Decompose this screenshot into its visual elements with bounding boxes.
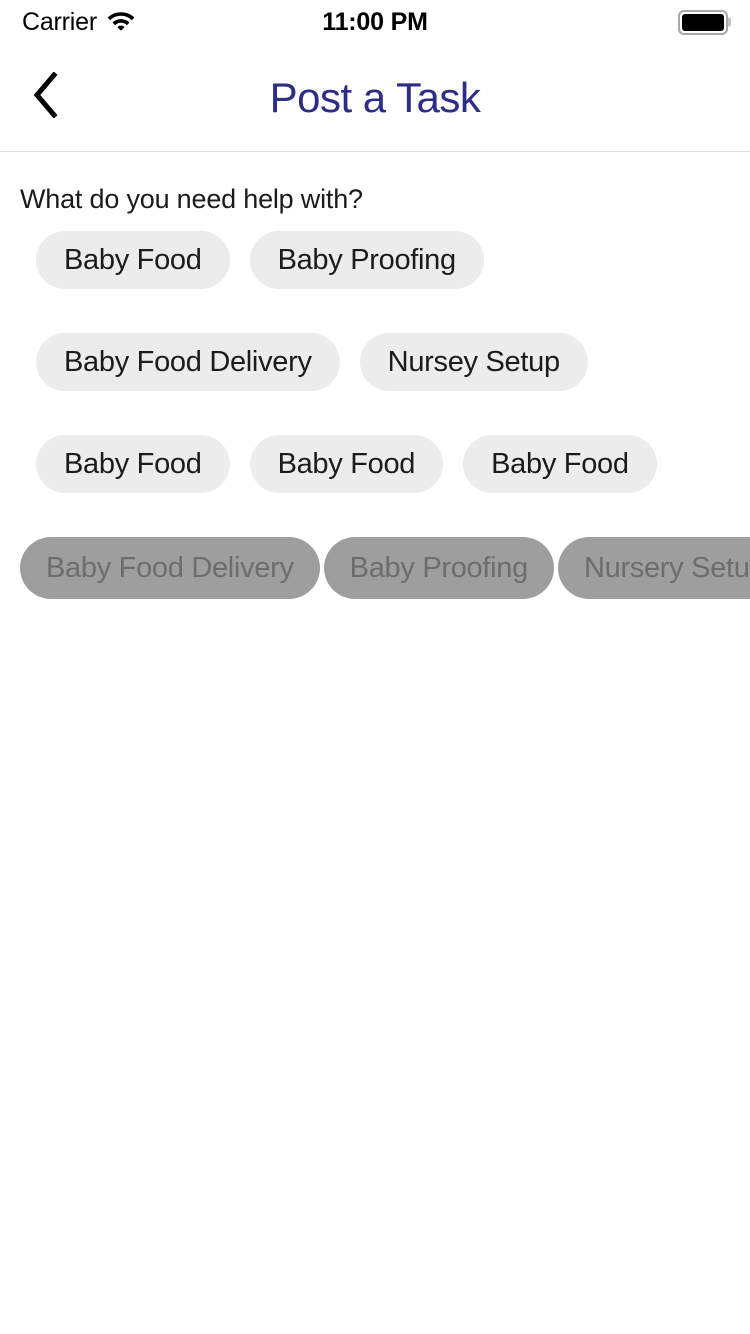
chip-row-2: Baby Food Delivery Nursey Setup	[0, 333, 750, 391]
status-bar-left: Carrier	[22, 8, 136, 37]
chip-row-1: Baby Food Baby Proofing	[0, 231, 750, 289]
chip-rows-container: Baby Food Baby Proofing Baby Food Delivery…	[0, 231, 750, 599]
category-chip[interactable]: Baby Proofing	[323, 537, 554, 599]
back-button[interactable]	[20, 70, 72, 126]
category-chip[interactable]: Baby Food Delivery	[20, 537, 320, 599]
battery-full-icon	[678, 9, 728, 35]
chip-row-3: Baby Food Baby Food Baby Food	[0, 435, 750, 493]
category-chip[interactable]: Baby Food	[249, 435, 444, 493]
main-content: What do you need help with? Baby Food Bab…	[0, 152, 750, 599]
navigation-bar: Post a Task	[0, 44, 750, 152]
category-chip[interactable]: Nursey Setup	[359, 333, 588, 391]
category-chip[interactable]: Baby Food	[463, 435, 657, 493]
carrier-label: Carrier	[22, 7, 97, 36]
chevron-left-icon	[31, 71, 61, 123]
battery-fill	[682, 13, 724, 31]
page-title: Post a Task	[269, 73, 481, 121]
status-bar: Carrier 11:00 PM	[0, 0, 750, 44]
status-bar-right	[678, 9, 728, 35]
chip-row-4[interactable]: Baby Food Delivery Baby Proofing Nursery S…	[0, 537, 750, 599]
category-chip[interactable]: Baby Food Delivery	[36, 333, 340, 391]
category-chip[interactable]: Baby Food	[36, 435, 230, 493]
section-label: What do you need help with?	[20, 184, 363, 214]
wifi-icon	[106, 9, 136, 36]
category-chip[interactable]: Nursery Setup	[557, 537, 750, 599]
category-chip[interactable]: Baby Proofing	[249, 231, 484, 289]
category-chip[interactable]: Baby Food	[36, 231, 230, 289]
